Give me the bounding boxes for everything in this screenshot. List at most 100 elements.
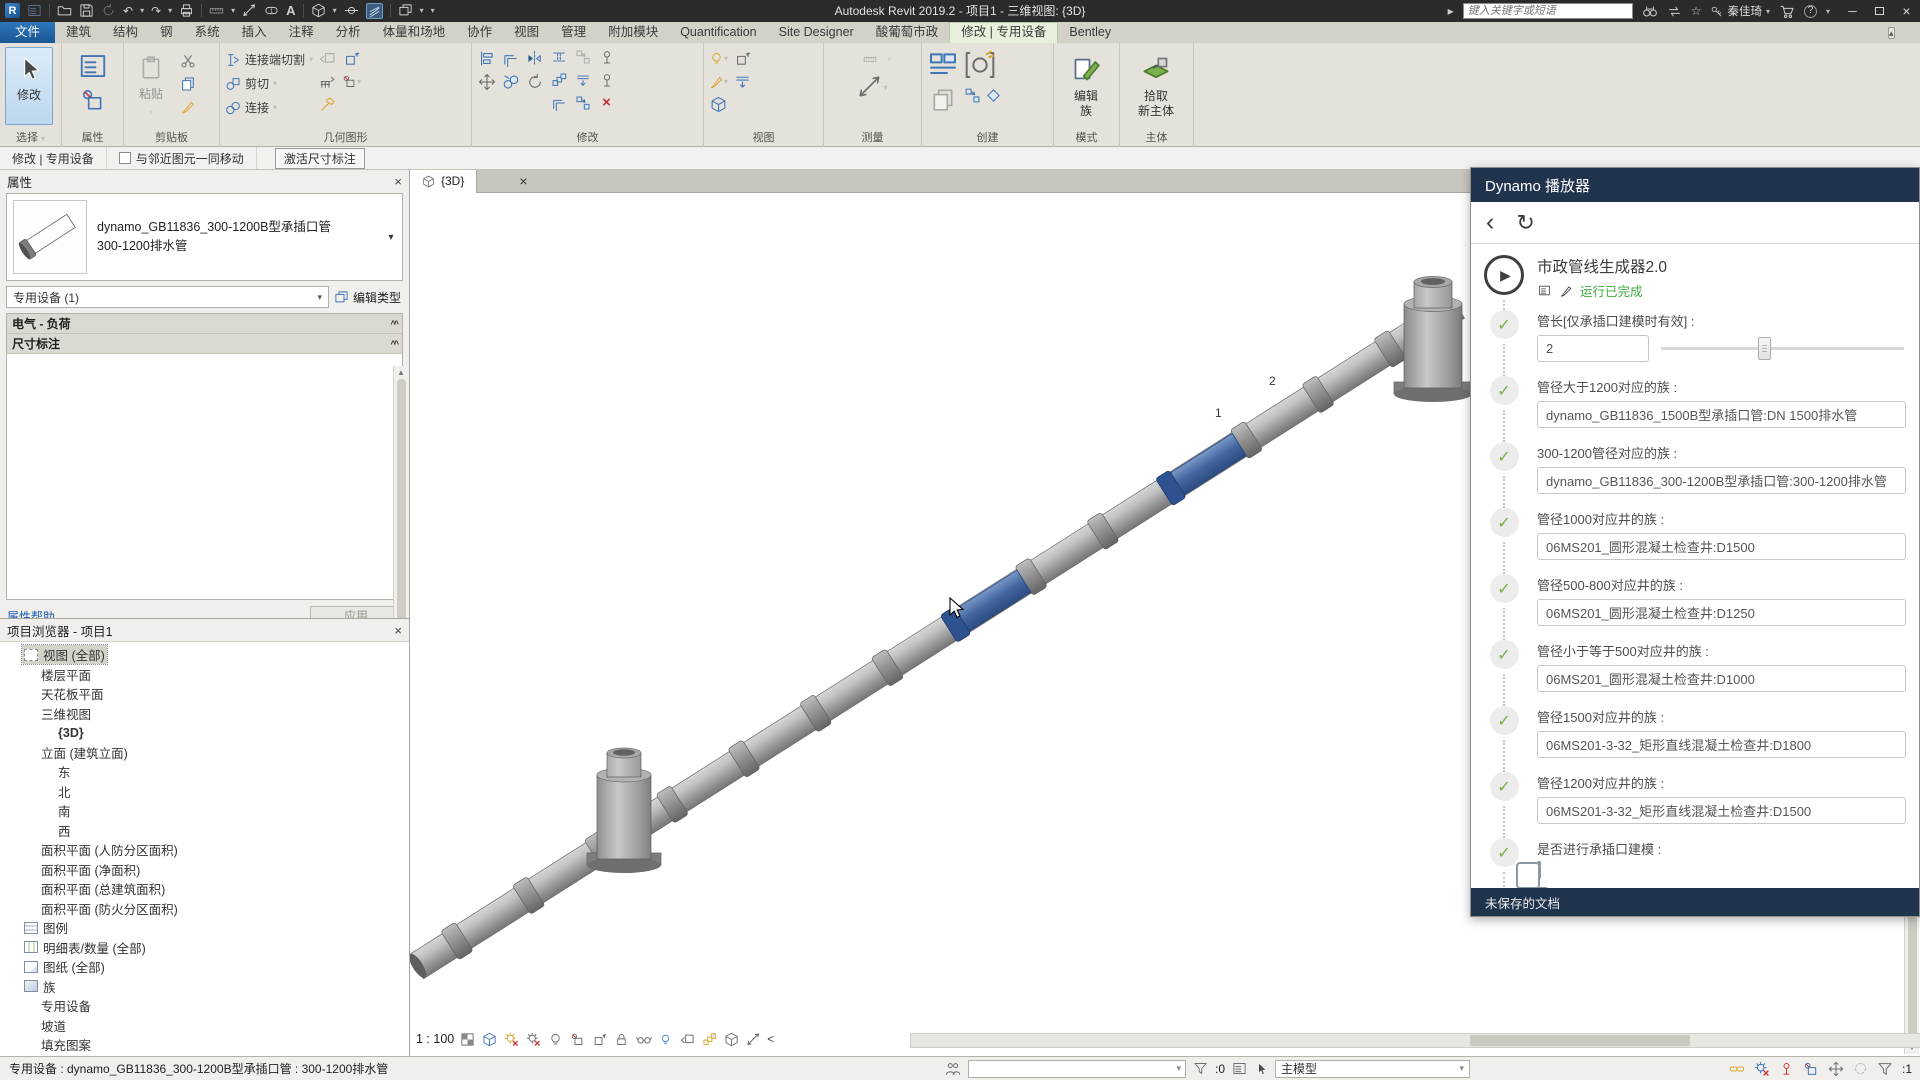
dynamo-header[interactable]: Dynamo 播放器 [1471,168,1919,202]
unlocked-3d-view-icon[interactable] [614,1032,629,1047]
dynamo-back-icon[interactable]: ‹ [1486,210,1494,235]
align-icon[interactable] [478,50,495,67]
tree-item[interactable]: 专用设备 [0,996,409,1016]
tree-item-label[interactable]: 填充图案 [41,1035,91,1054]
tree-item[interactable]: 南 [0,801,409,821]
ribbon-tab[interactable]: 插入 [231,22,278,43]
scrollbar-thumb[interactable] [397,379,406,643]
view-tab-3d[interactable]: {3D} [410,170,477,193]
measure-icon[interactable] [209,3,224,18]
project-browser-close-icon[interactable]: × [394,623,402,638]
manhole-upper[interactable] [1394,277,1472,403]
family-type-input[interactable]: 06MS201-3-32_矩形直线混凝土检查井:D1500 [1537,797,1906,824]
select-elements-by-face-icon[interactable] [1803,1061,1819,1077]
pin-icon[interactable] [599,49,615,65]
workset-dropdown[interactable]: ▾ [968,1060,1186,1078]
text-icon[interactable]: A [286,4,295,17]
redo-dropdown-icon[interactable]: ▾ [168,6,172,15]
tree-item-label[interactable]: 视图 (全部) [43,645,105,664]
tree-item-label[interactable]: 专用设备 [41,996,91,1015]
customize-qat-icon[interactable]: ▾ [431,6,435,15]
section-icon[interactable] [344,3,359,18]
select-pinned-elements-icon[interactable] [1779,1061,1794,1076]
ribbon-tab[interactable]: Site Designer [768,22,865,43]
tree-item-label[interactable]: 南 [58,801,71,820]
match-properties-icon[interactable] [180,99,196,115]
tree-item[interactable]: 东 [0,762,409,782]
demolish-hammer-icon[interactable] [319,96,336,113]
background-processes-icon[interactable] [1853,1061,1868,1076]
linework-brush-icon[interactable] [709,74,724,90]
ribbon-tab[interactable]: 酸葡萄市政 [865,22,950,43]
favorites-star-icon[interactable]: ☆ [1691,5,1702,17]
move-with-nearby-checkbox[interactable] [119,152,131,164]
help-dropdown-icon[interactable]: ▾ [1826,7,1830,16]
dynamo-refresh-icon[interactable]: ↻ [1516,212,1534,234]
ribbon-tab[interactable]: 系统 [184,22,231,43]
displace-elements-icon[interactable] [710,96,727,113]
view-scale-button[interactable]: 1 : 100 [416,1032,454,1046]
maximize-button[interactable] [1866,0,1893,22]
save-icon[interactable] [79,3,94,18]
tree-item[interactable]: 图纸 (全部) [0,957,409,977]
editable-only-filter-icon[interactable] [1193,1061,1208,1076]
section-collapse-icon[interactable]: ^^ [390,319,397,329]
search-binoculars-icon[interactable] [1642,3,1658,19]
switch-windows-dropdown-icon[interactable]: ▾ [420,6,424,15]
ribbon-tab[interactable]: 文件 [0,22,55,43]
hide-in-view-icon[interactable] [734,73,751,90]
trim-extend-icon[interactable] [551,95,567,111]
scrollbar-thumb[interactable] [1470,1035,1690,1046]
thin-lines-icon[interactable] [366,3,383,18]
family-type-input[interactable]: 06MS201_圆形混凝土检查井:D1250 [1537,599,1906,626]
show-inputs-icon[interactable] [1537,284,1552,297]
exchange-icon[interactable] [1667,4,1682,19]
tree-item-label[interactable]: 立面 (建筑立面) [41,743,128,762]
tree-item[interactable]: {3D} [0,723,409,743]
family-type-input[interactable]: 06MS201_圆形混凝土检查井:D1000 [1537,665,1906,692]
exclude-options-icon[interactable] [1254,1062,1268,1076]
open-file-icon[interactable] [57,3,72,18]
pipe-length-slider[interactable] [1661,347,1904,350]
ribbon-tab[interactable]: Bentley [1058,22,1122,43]
shadows-off-icon[interactable] [526,1032,541,1047]
minimize-button[interactable]: ─ [1839,0,1866,22]
reveal-hidden-elements-icon[interactable] [636,1031,652,1047]
edit-family-button[interactable]: 编辑 族 [1059,47,1113,125]
tree-item-label[interactable]: 面积平面 (总建筑面积) [41,879,165,898]
undo-dropdown-icon[interactable]: ▾ [140,6,144,15]
ribbon-tab[interactable]: 协作 [456,22,503,43]
tree-item[interactable]: 面积平面 (净面积) [0,860,409,880]
activate-dimensions-button[interactable]: 激活尺寸标注 [275,148,365,169]
tree-item-label[interactable]: 图例 [43,918,68,937]
override-graphics-bulb-icon[interactable] [709,50,724,67]
modify-tool-button[interactable]: 修改 [5,47,53,125]
ribbon-tab[interactable]: 分析 [325,22,372,43]
property-section-header[interactable]: 电气 - 负荷 ^^ [7,314,402,334]
toggle-knob[interactable] [1516,862,1540,888]
design-option-dropdown[interactable]: 主模型 ▾ [1275,1060,1470,1078]
offset-icon[interactable] [502,50,519,67]
tree-item[interactable]: 面积平面 (防火分区面积) [0,899,409,919]
redo-icon[interactable]: ↷ [151,5,161,17]
tree-item[interactable]: 图例 [0,918,409,938]
detail-level-icon[interactable] [460,1032,475,1047]
undo-icon[interactable]: ↶ [123,5,133,17]
cope-icon[interactable] [342,73,357,90]
selected-pipe-segment-2[interactable] [1156,431,1248,506]
tree-item[interactable]: 西 [0,821,409,841]
revit-logo-icon[interactable]: R [5,3,20,18]
rotate-icon[interactable] [526,73,544,91]
tree-item-label[interactable]: 坡道 [41,1016,66,1035]
unpin-icon[interactable] [599,72,615,88]
measure-dropdown-icon[interactable]: ▾ [231,6,235,15]
create-assembly-icon[interactable] [985,87,1002,104]
tree-item-label[interactable]: 楼层平面 [41,665,91,684]
app-store-cart-icon[interactable] [1779,3,1795,19]
run-script-button[interactable]: ▶ [1484,255,1524,295]
tree-item[interactable]: 族 [0,977,409,997]
tree-item-label[interactable]: 族 [43,977,56,996]
crop-view-icon[interactable] [570,1032,585,1047]
rendering-dialog-icon[interactable] [548,1032,563,1047]
ribbon-tab[interactable]: 修改 | 专用设备 [949,22,1058,43]
